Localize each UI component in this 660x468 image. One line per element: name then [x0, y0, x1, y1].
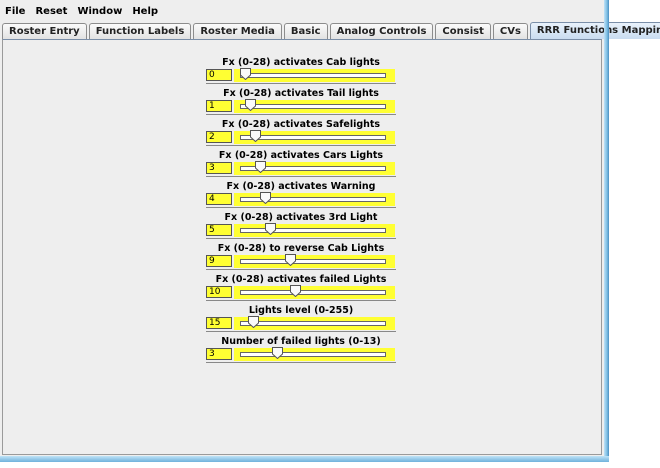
value-field[interactable]: 9: [206, 255, 232, 267]
value-field[interactable]: 3: [206, 162, 232, 174]
window-frame-bottom: [0, 456, 609, 462]
tab-bar: Roster Entry Function Labels Roster Medi…: [2, 22, 660, 39]
slider-track[interactable]: [240, 290, 386, 295]
slider-thumb-icon[interactable]: [249, 130, 261, 142]
menu-bar: File Reset Window Help: [0, 5, 604, 19]
control-row-3: Fx (0-28) activates Cars Lights 3: [206, 149, 396, 180]
tab-function-labels[interactable]: Function Labels: [88, 23, 192, 39]
controls-list: Fx (0-28) activates Cab lights 0 Fx (0-2…: [206, 56, 396, 366]
tab-roster-media[interactable]: Roster Media: [193, 23, 282, 39]
menu-window[interactable]: Window: [72, 5, 127, 19]
row-divider: [206, 176, 396, 177]
slider-thumb-icon[interactable]: [284, 254, 296, 266]
value-field[interactable]: 5: [206, 224, 232, 236]
slider-track[interactable]: [240, 104, 386, 109]
control-label: Fx (0-28) to reverse Cab Lights: [217, 243, 385, 254]
control-row-9: Number of failed lights (0-13) 3: [206, 335, 396, 366]
slider-thumb-icon[interactable]: [272, 347, 284, 359]
slider-track[interactable]: [240, 135, 386, 140]
slider-track[interactable]: [240, 228, 386, 233]
control-row-1: Fx (0-28) activates Tail lights 1: [206, 87, 396, 118]
tab-roster-entry[interactable]: Roster Entry: [2, 23, 87, 39]
slider-track[interactable]: [240, 259, 386, 264]
row-divider: [206, 331, 396, 332]
value-field[interactable]: 2: [206, 131, 232, 143]
tab-consist[interactable]: Consist: [435, 23, 491, 39]
value-field[interactable]: 1: [206, 100, 232, 112]
control-row-5: Fx (0-28) activates 3rd Light 5: [206, 211, 396, 242]
slider-track[interactable]: [240, 73, 386, 78]
tab-basic[interactable]: Basic: [283, 23, 328, 39]
slider-thumb-icon[interactable]: [240, 68, 251, 80]
slider-thumb-icon[interactable]: [259, 192, 271, 204]
control-label: Lights level (0-255): [248, 305, 354, 316]
window-frame-right: [604, 0, 609, 462]
value-field[interactable]: 4: [206, 193, 232, 205]
menu-reset[interactable]: Reset: [30, 5, 72, 19]
tab-rrr-functions-mapping[interactable]: RRR Functions Mapping: [529, 22, 660, 39]
menu-file[interactable]: File: [0, 5, 30, 19]
control-label: Fx (0-28) activates Safelights: [221, 119, 381, 130]
control-label: Fx (0-28) activates Tail lights: [223, 88, 379, 99]
tab-analog-controls[interactable]: Analog Controls: [329, 23, 434, 39]
slider-thumb-icon[interactable]: [248, 316, 260, 328]
value-field[interactable]: 15: [206, 317, 232, 329]
control-label: Number of failed lights (0-13): [221, 336, 381, 347]
row-divider: [206, 83, 396, 84]
slider-thumb-icon[interactable]: [245, 99, 256, 111]
control-row-6: Fx (0-28) to reverse Cab Lights 9: [206, 242, 396, 273]
row-divider: [206, 114, 396, 115]
row-divider: [206, 269, 396, 270]
control-label: Fx (0-28) activates Warning: [226, 181, 376, 192]
menu-help[interactable]: Help: [127, 5, 163, 19]
slider-track[interactable]: [240, 352, 386, 357]
slider-track[interactable]: [240, 321, 386, 326]
control-label: Fx (0-28) activates 3rd Light: [224, 212, 378, 223]
control-row-8: Lights level (0-255) 15: [206, 304, 396, 335]
row-divider: [206, 362, 396, 363]
row-divider: [206, 145, 396, 146]
control-row-7: Fx (0-28) activates failed Lights 10: [206, 273, 396, 304]
control-label: Fx (0-28) activates Cab lights: [222, 57, 380, 68]
decoder-window: File Reset Window Help Roster Entry Func…: [0, 0, 660, 462]
control-row-2: Fx (0-28) activates Safelights 2: [206, 118, 396, 149]
row-divider: [206, 300, 396, 301]
value-field[interactable]: 3: [206, 348, 232, 360]
control-label: Fx (0-28) activates Cars Lights: [218, 150, 384, 161]
value-field[interactable]: 10: [206, 286, 232, 298]
row-divider: [206, 207, 396, 208]
row-divider: [206, 238, 396, 239]
slider-thumb-icon[interactable]: [289, 285, 301, 297]
value-field[interactable]: 0: [206, 69, 232, 81]
slider-thumb-icon[interactable]: [264, 223, 276, 235]
control-row-4: Fx (0-28) activates Warning 4: [206, 180, 396, 211]
control-label: Fx (0-28) activates failed Lights: [215, 274, 387, 285]
control-row-0: Fx (0-28) activates Cab lights 0: [206, 56, 396, 87]
tab-cvs[interactable]: CVs: [492, 23, 528, 39]
slider-thumb-icon[interactable]: [254, 161, 266, 173]
